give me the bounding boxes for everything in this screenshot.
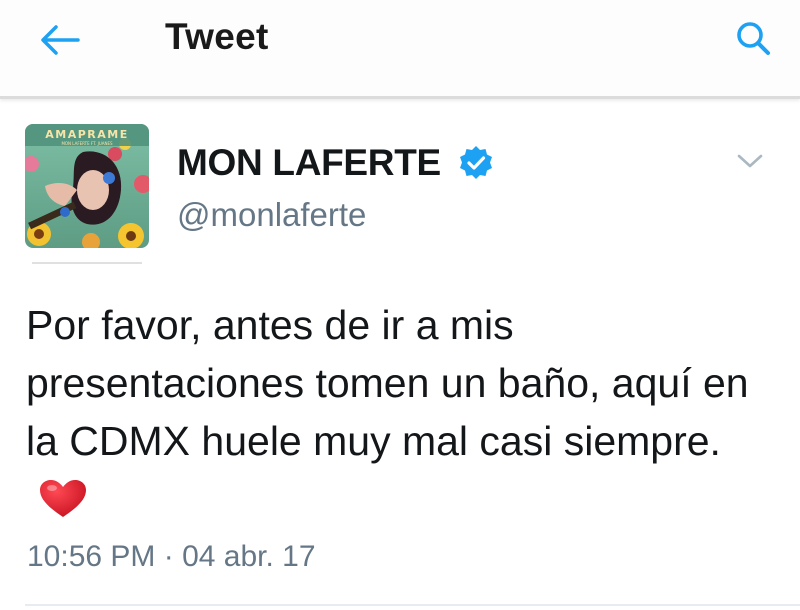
back-button[interactable] [30, 18, 90, 62]
back-arrow-icon [41, 25, 80, 55]
user-handle[interactable]: @monlaferte [177, 196, 366, 234]
tweet-text: Por favor, antes de ir a mis presentacio… [26, 296, 776, 528]
tweet-menu-button[interactable] [730, 146, 770, 176]
tweet-text-content: Por favor, antes de ir a mis presentacio… [26, 302, 749, 464]
chevron-down-icon [737, 154, 763, 168]
divider [25, 604, 800, 606]
tweet-detail-screen: Tweet AMAPRAME MON LAFERTE FT. JUANES MO… [0, 0, 800, 610]
page-title: Tweet [165, 16, 269, 57]
search-button[interactable] [726, 14, 782, 64]
avatar-album-art: AMAPRAME MON LAFERTE FT. JUANES [25, 124, 149, 248]
display-name[interactable]: MON LAFERTE [177, 142, 441, 184]
app-header: Tweet [0, 0, 800, 99]
search-icon [737, 22, 770, 55]
avatar-underline [32, 262, 142, 264]
tweet-timestamp[interactable]: 10:56 PM · 04 abr. 17 [27, 540, 316, 574]
avatar-banner-text: AMAPRAME [45, 128, 128, 141]
avatar[interactable]: AMAPRAME MON LAFERTE FT. JUANES [25, 124, 149, 248]
avatar-small-text: MON LAFERTE FT. JUANES [61, 141, 113, 146]
verified-badge-icon [460, 146, 492, 179]
red-heart-icon [40, 480, 86, 517]
